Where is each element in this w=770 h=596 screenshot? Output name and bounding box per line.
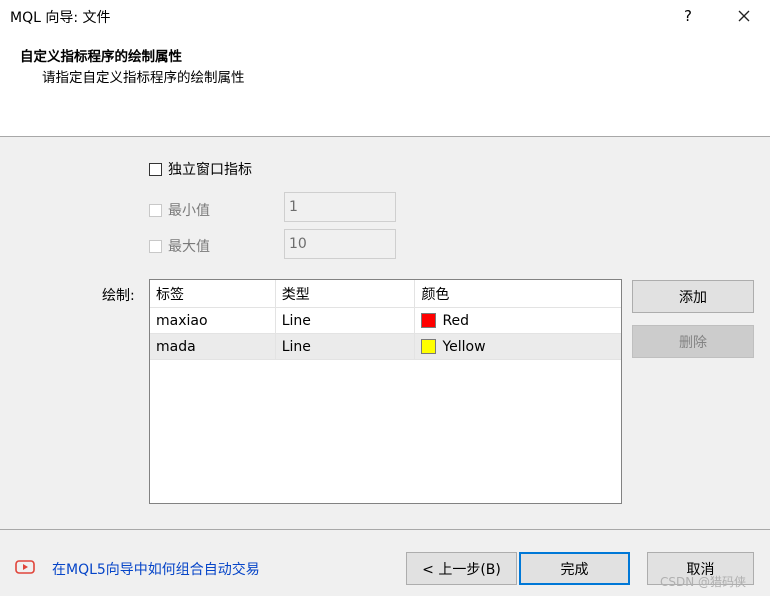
title-bar: MQL 向导: 文件 ?: [0, 0, 770, 32]
minimum-label: 最小值: [168, 203, 210, 219]
cell-label: maxiao: [150, 308, 276, 333]
close-icon[interactable]: [732, 4, 756, 28]
table-row[interactable]: mada Line Yellow: [150, 334, 621, 360]
minimum-checkbox-box[interactable]: [149, 203, 162, 217]
maximum-checkbox-box[interactable]: [149, 239, 162, 253]
footer-divider: [0, 529, 770, 530]
cell-type: Line: [276, 334, 416, 359]
color-swatch[interactable]: [421, 339, 437, 354]
column-header-type[interactable]: 类型: [276, 280, 416, 307]
wizard-header: 自定义指标程序的绘制属性 请指定自定义指标程序的绘制属性: [0, 32, 770, 137]
cell-color: Yellow: [415, 334, 621, 359]
back-button[interactable]: < 上一步(B): [406, 552, 517, 585]
column-header-color[interactable]: 颜色: [415, 280, 621, 307]
page-subtitle: 请指定自定义指标程序的绘制属性: [42, 70, 245, 86]
maximum-checkbox[interactable]: 最大值: [149, 236, 210, 256]
cell-type: Line: [276, 308, 416, 333]
cell-label: mada: [150, 334, 276, 359]
cell-color: Red: [415, 308, 621, 333]
color-name: Red: [442, 312, 470, 329]
video-play-icon[interactable]: [15, 560, 35, 574]
table-row[interactable]: maxiao Line Red: [150, 308, 621, 334]
minimum-input[interactable]: [284, 192, 396, 222]
delete-button[interactable]: 删除: [632, 325, 754, 358]
finish-button[interactable]: 完成: [519, 552, 630, 585]
separate-window-checkbox-box[interactable]: [149, 162, 162, 176]
add-button[interactable]: 添加: [632, 280, 754, 313]
plots-label: 绘制:: [102, 288, 135, 304]
color-swatch[interactable]: [421, 313, 437, 328]
plots-table[interactable]: 标签 类型 颜色 maxiao Line Red mada Line Yello…: [149, 279, 622, 504]
minimum-checkbox[interactable]: 最小值: [149, 200, 210, 220]
maximum-input[interactable]: [284, 229, 396, 259]
separate-window-label: 独立窗口指标: [168, 162, 252, 178]
window-title: MQL 向导: 文件: [10, 10, 111, 26]
column-header-label[interactable]: 标签: [150, 280, 276, 307]
page-title: 自定义指标程序的绘制属性: [20, 49, 182, 65]
maximum-label: 最大值: [168, 239, 210, 255]
watermark: CSDN @猎码侠: [660, 575, 747, 589]
help-video-link[interactable]: 在MQL5向导中如何组合自动交易: [52, 559, 260, 579]
help-button[interactable]: ?: [676, 4, 700, 28]
color-name: Yellow: [442, 338, 486, 355]
separate-window-checkbox[interactable]: 独立窗口指标: [149, 159, 252, 179]
table-header: 标签 类型 颜色: [150, 280, 621, 308]
